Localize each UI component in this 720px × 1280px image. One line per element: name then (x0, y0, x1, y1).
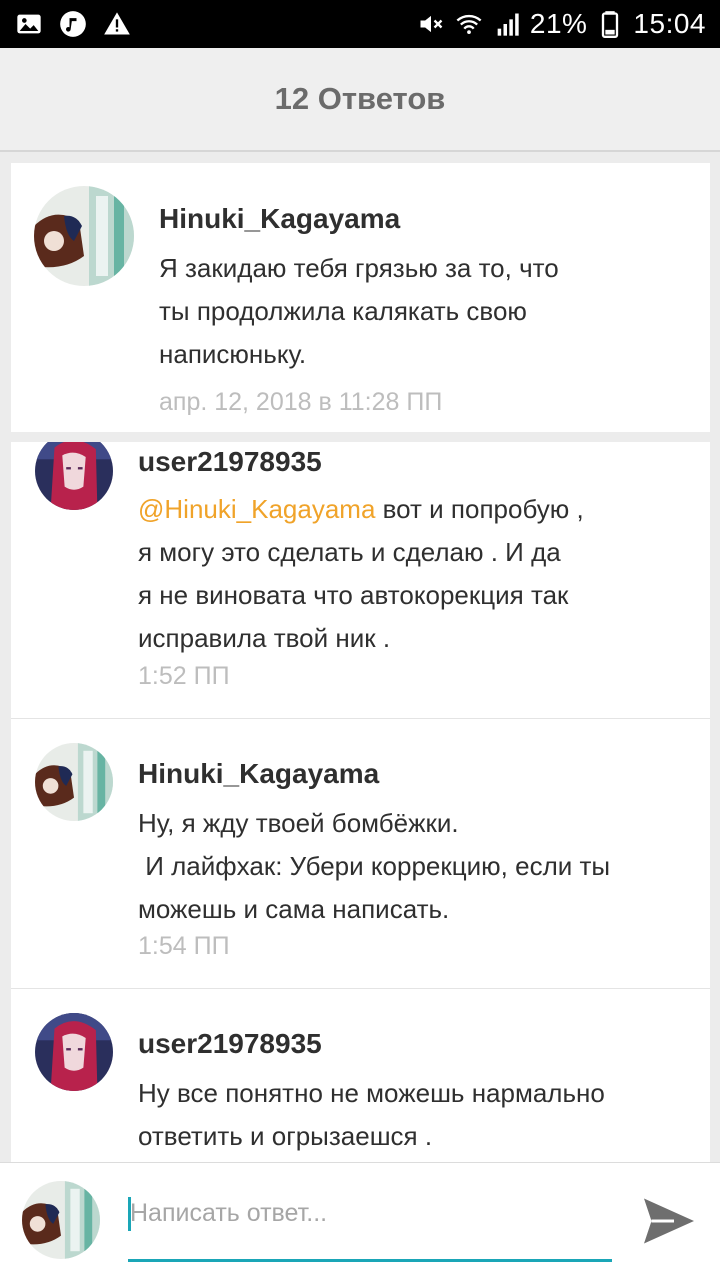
reply-text: Ну все понятно не можешь нармально ответ… (138, 1072, 605, 1158)
page-title: 12 Ответов (274, 81, 446, 116)
signal-icon (492, 9, 522, 39)
reply-line: исправила твой ник . (138, 623, 391, 653)
avatar[interactable] (35, 743, 113, 821)
avatar[interactable] (34, 186, 134, 286)
status-bar: 21% 15:04 (0, 0, 720, 48)
parent-comment[interactable]: Hinuki_Kagayama Я закидаю тебя грязью за… (11, 163, 710, 432)
reply-line: я могу это сделать и сделаю . И да (138, 537, 561, 567)
clock: 15:04 (633, 8, 706, 39)
replies-header: 12 Ответов (0, 48, 720, 152)
comment-line: Я закидаю тебя грязью за то, что (159, 253, 559, 283)
input-underline (128, 1259, 612, 1262)
battery-percent: 21% (529, 8, 588, 39)
reply-line: я не виновата что автокорекция так (138, 580, 569, 610)
reply-author[interactable]: user21978935 (138, 1028, 322, 1060)
avatar[interactable] (35, 1013, 113, 1091)
reply-author[interactable]: user21978935 (138, 446, 322, 478)
reply-line: можешь и сама написать. (138, 894, 450, 924)
reply-composer: Написать ответ... (0, 1162, 720, 1280)
send-icon (644, 1198, 694, 1244)
reply-timestamp: 1:52 ПП (138, 662, 230, 690)
comment-thread[interactable]: Hinuki_Kagayama Я закидаю тебя грязью за… (0, 152, 720, 1162)
reply-input[interactable]: Написать ответ... (128, 1193, 612, 1237)
divider (11, 718, 710, 719)
avatar[interactable] (35, 442, 113, 510)
divider (11, 988, 710, 989)
reply-timestamp: 1:54 ПП (138, 932, 230, 960)
mention-link[interactable]: @Hinuki_Kagayama (138, 494, 375, 524)
comment-timestamp: апр. 12, 2018 в 11:28 ПП (159, 388, 443, 416)
music-icon (58, 9, 88, 39)
wifi-icon (454, 9, 484, 39)
reply-author[interactable]: Hinuki_Kagayama (138, 758, 379, 790)
reply-list: user21978935 @Hinuki_Kagayama вот и попр… (11, 442, 710, 1162)
comment-text: Я закидаю тебя грязью за то, что ты прод… (159, 247, 559, 376)
reply-line: И лайфхак: Убери коррекцию, если ты (138, 851, 611, 881)
reply-line: ответить и огрызаешся . (138, 1121, 433, 1151)
warning-icon (102, 9, 132, 39)
reply-text: Ну, я жду твоей бомбёжки. И лайфхак: Убе… (138, 802, 610, 931)
image-icon (14, 9, 44, 39)
reply-input-placeholder: Написать ответ... (130, 1199, 328, 1227)
mute-icon (416, 9, 446, 39)
my-avatar[interactable] (22, 1181, 100, 1259)
reply-line-text: вот и попробую , (375, 494, 584, 524)
send-button[interactable] (638, 1191, 700, 1251)
screen: 21% 15:04 12 Ответов Hinuki_Kagayama Я з… (0, 0, 720, 1280)
reply-line: Ну, я жду твоей бомбёжки. (138, 808, 459, 838)
comment-line: ты продолжила калякать свою (159, 296, 527, 326)
reply-line: Ну все понятно не можешь нармально (138, 1078, 605, 1108)
comment-line: написюньку. (159, 339, 307, 369)
comment-author[interactable]: Hinuki_Kagayama (159, 203, 400, 235)
battery-icon (595, 9, 625, 39)
reply-text: @Hinuki_Kagayama вот и попробую , я могу… (138, 488, 584, 660)
reply-line: @Hinuki_Kagayama вот и попробую , (138, 488, 584, 531)
